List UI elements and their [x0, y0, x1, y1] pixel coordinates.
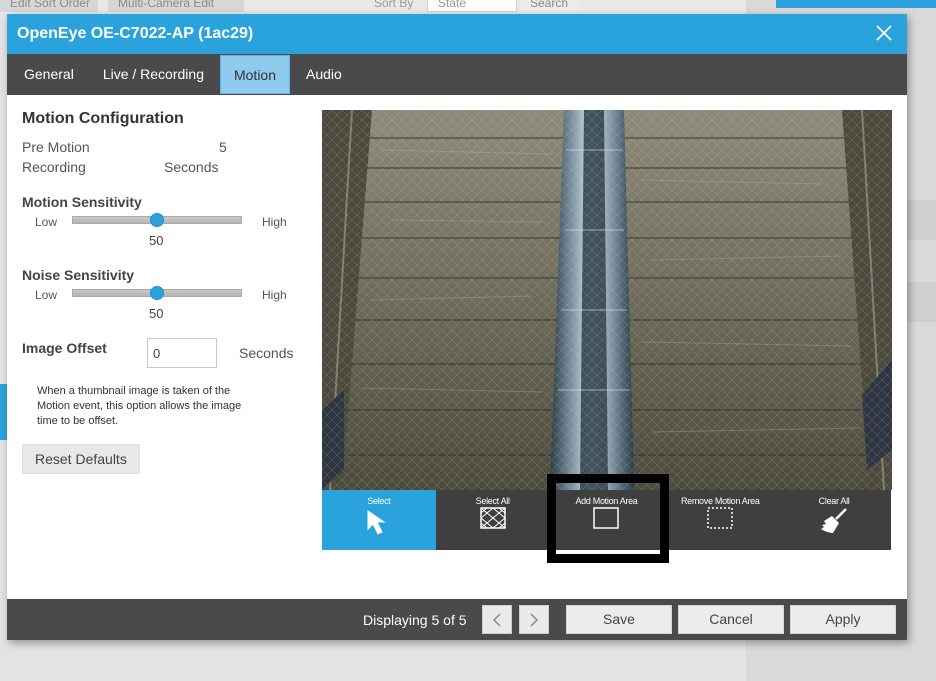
background-search-button[interactable]: Search	[520, 0, 580, 12]
motion-area-toolbar: Select Select All Add Motion Area Remove…	[322, 490, 891, 550]
image-offset-help-line-3: time to be offset.	[37, 415, 119, 427]
pre-motion-label-line2: Recording	[22, 159, 86, 175]
apply-button[interactable]: Apply	[790, 605, 896, 634]
remove-motion-area-tool-button[interactable]: Remove Motion Area	[663, 490, 777, 550]
clear-all-tool-label: Clear All	[818, 496, 850, 506]
motion-sensitivity-label: Motion Sensitivity	[22, 194, 142, 210]
image-offset-help-line-2: Motion event, this option allows the ima…	[37, 400, 242, 412]
motion-sensitivity-high-label: High	[262, 215, 287, 229]
dialog-title: OpenEye OE-C7022-AP (1ac29)	[17, 25, 254, 42]
image-offset-label: Image Offset	[22, 340, 107, 356]
grid-select-all-icon	[479, 507, 506, 529]
select-all-tool-button[interactable]: Select All	[436, 490, 550, 550]
camera-view[interactable]	[322, 110, 892, 490]
tab-bar: General Live / Recording Motion Audio	[7, 54, 907, 95]
pre-motion-value[interactable]: 5	[219, 139, 227, 155]
tab-live-recording[interactable]: Live / Recording	[90, 55, 217, 94]
save-button[interactable]: Save	[566, 605, 672, 634]
sort-by-select[interactable]: State	[427, 0, 517, 12]
image-offset-unit: Seconds	[239, 345, 294, 361]
noise-sensitivity-high-label: High	[262, 288, 287, 302]
sort-by-label: Sort By	[374, 0, 414, 10]
camera-settings-dialog: OpenEye OE-C7022-AP (1ac29) General Live…	[7, 14, 907, 640]
background-selected-item	[0, 384, 7, 440]
noise-sensitivity-value: 50	[149, 306, 164, 321]
pre-motion-unit: Seconds	[164, 159, 219, 175]
close-icon[interactable]	[875, 24, 893, 42]
previous-camera-button[interactable]	[482, 605, 512, 634]
noise-sensitivity-label: Noise Sensitivity	[22, 267, 135, 283]
background-list-item	[906, 200, 936, 240]
select-all-tool-label: Select All	[475, 496, 510, 506]
add-motion-area-tool-button[interactable]: Add Motion Area	[550, 490, 664, 550]
motion-sensitivity-value: 50	[149, 233, 164, 248]
add-motion-area-tool-label: Add Motion Area	[575, 496, 638, 506]
clear-all-tool-button[interactable]: Clear All	[777, 490, 891, 550]
reset-defaults-button[interactable]: Reset Defaults	[22, 444, 140, 474]
image-offset-help-line-1: When a thumbnail image is taken of the	[37, 385, 231, 397]
cancel-button[interactable]: Cancel	[678, 605, 784, 634]
noise-sensitivity-handle[interactable]	[150, 286, 164, 300]
camera-image	[322, 110, 892, 490]
cursor-arrow-icon	[367, 510, 386, 535]
chevron-left-icon	[492, 613, 501, 627]
edit-sort-order-button[interactable]: Edit Sort Order	[0, 0, 98, 12]
dialog-titlebar: OpenEye OE-C7022-AP (1ac29)	[7, 14, 907, 54]
remove-motion-area-tool-label: Remove Motion Area	[680, 496, 760, 506]
select-tool-label: Select	[367, 496, 391, 506]
broom-icon	[821, 508, 847, 533]
background-list-item	[906, 282, 936, 322]
background-accent-bar	[776, 0, 936, 8]
remove-area-dashed-icon	[707, 507, 734, 529]
select-tool-button[interactable]: Select	[322, 490, 436, 550]
motion-sensitivity-low-label: Low	[35, 215, 58, 229]
pagination-status: Displaying 5 of 5	[363, 612, 467, 628]
motion-sensitivity-handle[interactable]	[150, 213, 164, 227]
chevron-right-icon	[530, 613, 539, 627]
tab-general[interactable]: General	[11, 55, 87, 94]
dialog-footer: Displaying 5 of 5 Save Cancel Apply	[7, 599, 907, 640]
pre-motion-label: Pre Motion	[22, 139, 90, 155]
motion-config-heading: Motion Configuration	[22, 110, 184, 127]
noise-sensitivity-low-label: Low	[35, 288, 58, 302]
next-camera-button[interactable]	[519, 605, 549, 634]
tab-audio[interactable]: Audio	[293, 55, 355, 94]
add-area-square-icon	[593, 507, 620, 529]
image-offset-input[interactable]	[147, 338, 217, 368]
tab-motion[interactable]: Motion	[219, 55, 291, 94]
multi-camera-edit-button[interactable]: Multi-Camera Edit	[108, 0, 244, 12]
